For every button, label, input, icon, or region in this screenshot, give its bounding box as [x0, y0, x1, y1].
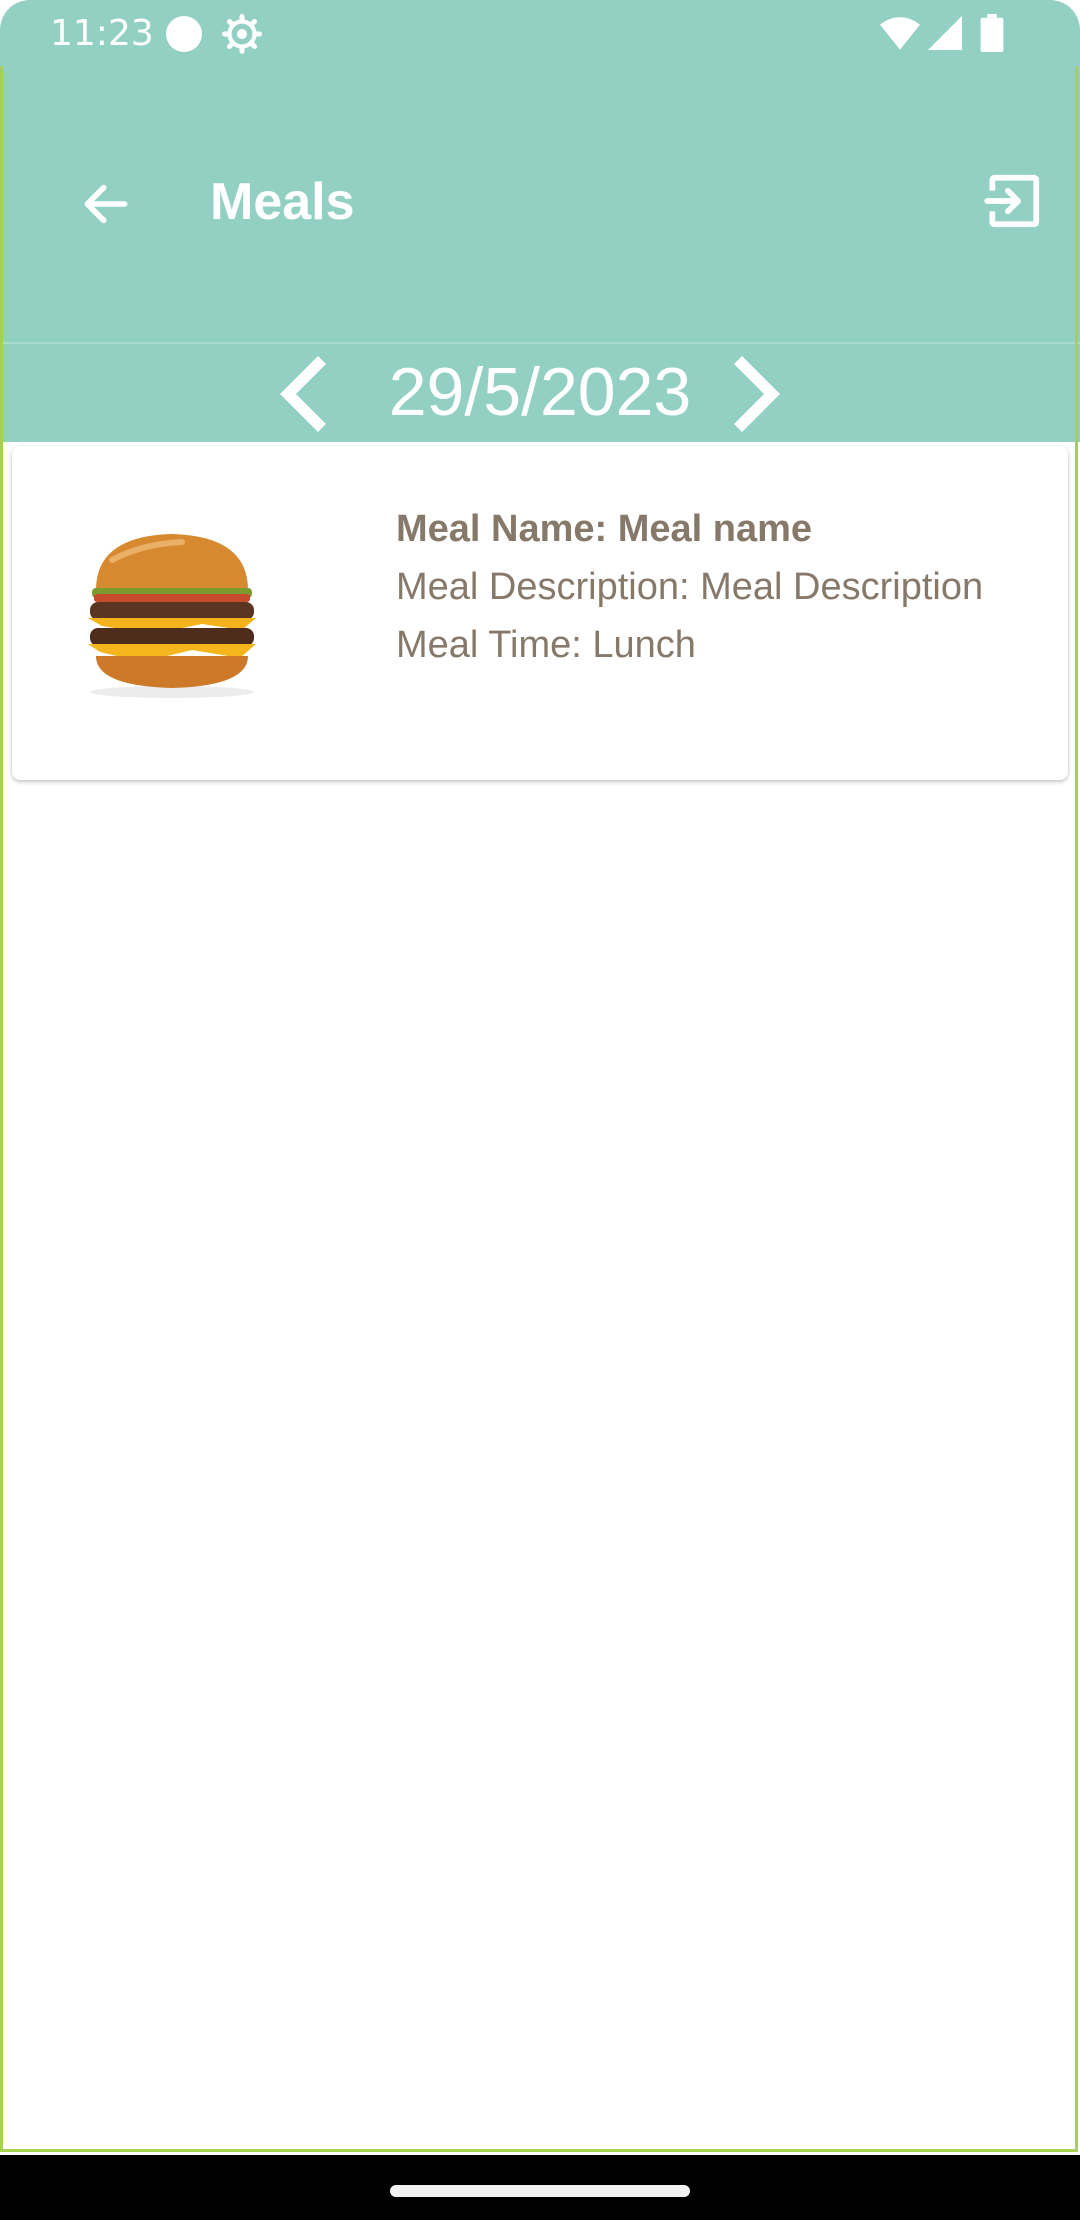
meal-name: Meal Name: Meal name: [396, 508, 813, 550]
meal-time: Meal Time: Lunch: [396, 624, 696, 666]
wifi-icon: [880, 17, 920, 50]
record-dot-icon: [166, 16, 202, 52]
status-bar: 11:23: [0, 0, 1080, 66]
content-frame-border: [0, 66, 1078, 2152]
status-time: 11:23: [50, 13, 154, 54]
burger-image: [88, 534, 256, 698]
home-gesture-pill[interactable]: [390, 2185, 690, 2197]
gear-icon: [222, 14, 262, 54]
system-navigation-bar: [0, 2155, 1080, 2220]
meal-details: Meal Name: Meal name Meal Description: M…: [396, 500, 1016, 674]
meal-description: Meal Description: Meal Description: [396, 566, 984, 608]
signal-icon: [928, 16, 962, 50]
meal-card[interactable]: Meal Name: Meal name Meal Description: M…: [12, 446, 1068, 780]
battery-icon: [980, 14, 1004, 52]
